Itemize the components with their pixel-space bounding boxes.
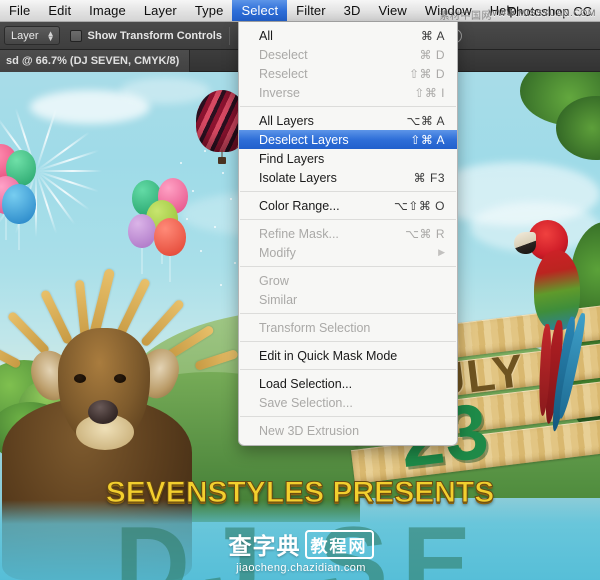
menu-item-new-3d-extrusion: New 3D Extrusion [239,421,457,440]
menu-image[interactable]: Image [80,0,135,21]
menu-item-label: Modify [259,245,296,260]
divider [229,26,230,45]
menu-item-deselect-layers[interactable]: Deselect Layers ⇧⌘ A [239,130,457,149]
document-tab[interactable]: sd @ 66.7% (DJ SEVEN, CMYK/8) [0,49,191,72]
menu-layer[interactable]: Layer [135,0,186,21]
menu-window[interactable]: Window [416,0,481,21]
menu-item-save-selection: Save Selection... [239,393,457,412]
menu-item-label: Refine Mask... [259,226,339,241]
menu-item-label: Deselect [259,47,308,62]
balloon [154,218,186,256]
menu-type[interactable]: Type [186,0,233,21]
show-transform-controls-checkbox[interactable]: Show Transform Controls [69,29,222,42]
antler-branch [194,348,239,372]
menu-separator [240,266,456,267]
menu-item-label: All Layers [259,113,314,128]
menu-item-shortcut: ⌘ A [420,28,445,43]
menu-item-label: Deselect Layers [259,132,349,147]
menu-item-inverse: Inverse ⇧⌘ I [239,83,457,102]
menu-item-label: Inverse [259,85,300,100]
menu-file[interactable]: File [0,0,39,21]
menu-item-reselect: Reselect ⇧⌘ D [239,64,457,83]
menu-item-label: Reselect [259,66,308,81]
menu-separator [240,369,456,370]
chevron-right-icon: ▶ [438,247,445,257]
menu-item-label: Grow [259,273,289,288]
menu-separator [240,341,456,342]
menu-item-label: Save Selection... [259,395,353,410]
parrot-illustration [512,220,590,450]
checkbox-icon[interactable] [69,29,82,42]
menu-item-label: Load Selection... [259,376,353,391]
balloon [128,214,156,248]
menu-item-shortcut: ⇧⌘ I [414,85,445,100]
menu-item-deselect: Deselect ⌘ D [239,45,457,64]
show-transform-controls-label: Show Transform Controls [87,29,222,42]
menu-item-label: New 3D Extrusion [259,423,360,438]
align-target-value: Layer [11,29,39,42]
menu-separator [240,416,456,417]
menu-separator [240,313,456,314]
menu-item-label: Similar [259,292,298,307]
menu-item-refine-mask: Refine Mask... ⌥⌘ R [239,224,457,243]
deer-eye [114,374,126,383]
big-letters-text: DJ SE [114,512,486,580]
menu-view[interactable]: View [370,0,416,21]
menu-item-find-layers[interactable]: Find Layers [239,149,457,168]
menu-filter[interactable]: Filter [287,0,335,21]
menu-item-shortcut: ⌘ F3 [413,170,445,185]
menu-item-all[interactable]: All ⌘ A [239,26,457,45]
menu-item-grow: Grow [239,271,457,290]
menu-item-all-layers[interactable]: All Layers ⌥⌘ A [239,111,457,130]
menu-item-label: Color Range... [259,198,340,213]
menu-3d[interactable]: 3D [335,0,370,21]
menu-item-modify: Modify ▶ [239,243,457,262]
photoshop-window: JULY 23 DJ SE SEVENSTYLES PRESENTS sd @ … [0,0,600,580]
menu-item-similar: Similar [239,290,457,309]
menu-item-label: All [259,28,273,43]
menu-separator [240,106,456,107]
antler-branch [139,298,186,348]
menu-help[interactable]: Help [481,0,526,21]
menu-item-shortcut: ⇧⌘ A [410,132,445,147]
menu-edit[interactable]: Edit [39,0,80,21]
menu-item-color-range[interactable]: Color Range... ⌥⇧⌘ O [239,196,457,215]
menu-separator [240,191,456,192]
menu-bar[interactable]: File Edit Image Layer Type Select Filter… [0,0,600,22]
balloon [2,184,36,224]
parrot-beak [514,232,536,254]
menu-item-shortcut: ⌥⌘ R [405,226,445,241]
menu-item-shortcut: ⇧⌘ D [408,66,445,81]
menu-item-shortcut: ⌥⌘ A [406,113,445,128]
chevron-updown-icon: ▲ ▼ [46,28,55,43]
menu-item-isolate-layers[interactable]: Isolate Layers ⌘ F3 [239,168,457,187]
menu-separator [240,219,456,220]
antler-branch [0,338,22,370]
menu-item-load-selection[interactable]: Load Selection... [239,374,457,393]
menu-item-label: Transform Selection [259,320,371,335]
menu-item-shortcut: ⌥⇧⌘ O [393,198,445,213]
select-menu-dropdown[interactable]: All ⌘ A Deselect ⌘ D Reselect ⇧⌘ D Inverse ⇧⌘ I… [238,22,458,446]
menu-select[interactable]: Select [232,0,288,21]
antler-branch [6,310,51,356]
headline-text: SEVENSTYLES PRESENTS [105,476,495,510]
menu-item-label: Find Layers [259,151,325,166]
menu-item-transform-selection: Transform Selection [239,318,457,337]
menu-item-edit-in-quick-mask-mode[interactable]: Edit in Quick Mask Mode [239,346,457,365]
deer-nose [88,400,118,424]
deer-eye [74,374,86,383]
antler-branch [39,288,74,346]
menu-item-label: Isolate Layers [259,170,337,185]
cloud [120,78,210,104]
align-target-select[interactable]: Layer ▲ ▼ [4,26,60,45]
menu-item-shortcut: ⌘ D [419,47,445,62]
menu-item-label: Edit in Quick Mask Mode [259,348,398,363]
